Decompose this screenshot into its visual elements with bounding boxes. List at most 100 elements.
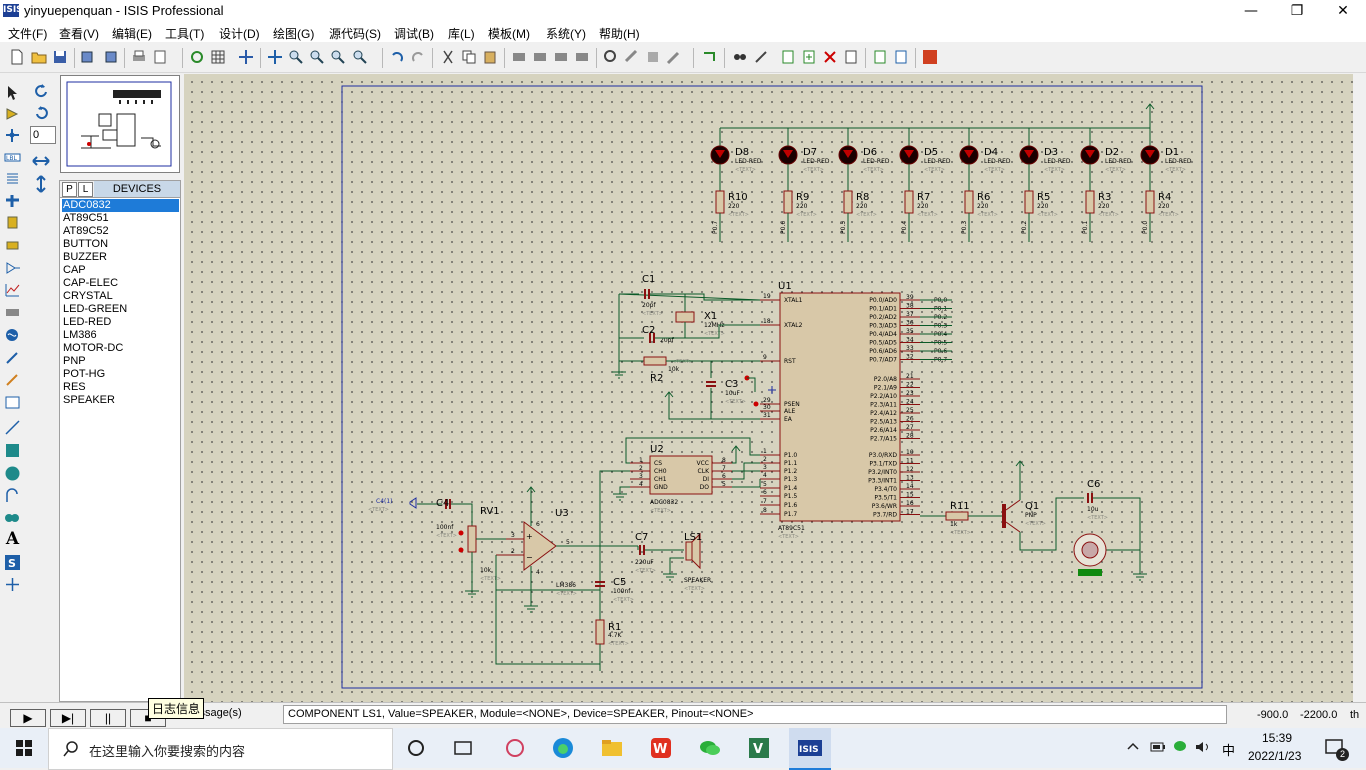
device-list-item[interactable]: BUZZER — [62, 251, 179, 264]
device-list-item[interactable]: ADC0832 — [62, 199, 179, 212]
print-area-icon[interactable] — [152, 49, 168, 65]
text-script-mode-icon[interactable] — [4, 170, 21, 187]
text-mode-icon[interactable]: A — [4, 531, 21, 548]
redo-icon[interactable] — [410, 49, 426, 65]
add-sheet-icon[interactable] — [801, 49, 817, 65]
isis-taskbar-icon[interactable]: ISIS — [798, 736, 822, 760]
subcircuit-mode-icon[interactable] — [4, 214, 21, 231]
ares-icon[interactable] — [922, 49, 938, 65]
marker-mode-icon[interactable] — [4, 576, 21, 593]
print-icon[interactable] — [131, 49, 147, 65]
menu-view[interactable]: 查看(V) — [59, 25, 99, 42]
current-probe-icon[interactable] — [4, 371, 21, 388]
search-tag-icon[interactable] — [732, 49, 748, 65]
units-label[interactable]: th — [1350, 709, 1359, 721]
graph-mode-icon[interactable] — [4, 282, 21, 299]
menu-graph[interactable]: 绘图(G) — [273, 25, 314, 42]
save-icon[interactable] — [52, 49, 68, 65]
refresh-icon[interactable] — [189, 49, 205, 65]
menu-edit[interactable]: 编辑(E) — [112, 25, 152, 42]
wechat-tray-icon[interactable] — [1173, 740, 1189, 754]
zoom-area-icon[interactable] — [352, 49, 368, 65]
mirror-vertical-icon[interactable] — [34, 175, 48, 193]
file-explorer-icon[interactable] — [600, 736, 624, 760]
rotate-anticlockwise-icon[interactable] — [33, 105, 50, 122]
vertical-scrollbar[interactable] — [1353, 74, 1366, 702]
block-copy-icon[interactable] — [511, 49, 527, 65]
device-list-item[interactable]: BUTTON — [62, 238, 179, 251]
task-view-icon[interactable] — [451, 736, 475, 760]
wechat-icon[interactable] — [698, 736, 722, 760]
generator-mode-icon[interactable] — [4, 327, 21, 344]
device-list-item[interactable]: SPEAKER — [62, 394, 179, 407]
wps-office-icon[interactable]: W — [649, 736, 673, 760]
menu-design[interactable]: 设计(D) — [219, 25, 260, 42]
menu-debug[interactable]: 调试(B) — [394, 25, 434, 42]
electrical-check-icon[interactable] — [893, 49, 909, 65]
circle-mode-icon[interactable] — [4, 465, 21, 482]
app-icon-1[interactable] — [503, 736, 527, 760]
menu-source[interactable]: 源代码(S) — [329, 25, 381, 42]
pause-button[interactable]: || — [90, 709, 126, 727]
zoom-all-icon[interactable] — [330, 49, 346, 65]
keil-vision-icon[interactable]: V — [747, 736, 771, 760]
exit-to-parent-icon[interactable] — [843, 49, 859, 65]
ime-indicator[interactable]: 中 — [1222, 740, 1235, 759]
menu-help[interactable]: 帮助(H) — [599, 25, 640, 42]
symbol-mode-icon[interactable]: S — [4, 554, 21, 571]
box-mode-icon[interactable] — [4, 442, 21, 459]
cortana-icon[interactable] — [404, 736, 428, 760]
menu-system[interactable]: 系统(Y) — [546, 25, 586, 42]
device-list-item[interactable]: POT-HG — [62, 368, 179, 381]
zoom-in-icon[interactable] — [288, 49, 304, 65]
copy-icon[interactable] — [461, 49, 477, 65]
device-list-item[interactable]: AT89C52 — [62, 225, 179, 238]
block-move-icon[interactable] — [532, 49, 548, 65]
step-button[interactable]: ▶| — [50, 709, 86, 727]
menu-tools[interactable]: 工具(T) — [165, 25, 204, 42]
rotate-clockwise-icon[interactable] — [33, 83, 50, 100]
overview-window[interactable] — [60, 75, 180, 173]
device-pins-mode-icon[interactable] — [4, 260, 21, 277]
undo-icon[interactable] — [389, 49, 405, 65]
remove-sheet-icon[interactable] — [822, 49, 838, 65]
windows-start-icon[interactable] — [0, 728, 48, 768]
selection-mode-icon[interactable] — [4, 84, 21, 101]
decompose-icon[interactable] — [666, 49, 682, 65]
library-manager-button[interactable]: L — [78, 182, 93, 197]
device-list-item[interactable]: LED-RED — [62, 316, 179, 329]
battery-icon[interactable] — [1150, 741, 1166, 753]
zoom-out-icon[interactable] — [309, 49, 325, 65]
device-list-item[interactable]: AT89C51 — [62, 212, 179, 225]
device-list-item[interactable]: CAP-ELEC — [62, 277, 179, 290]
mirror-horizontal-icon[interactable] — [32, 154, 50, 168]
schematic-canvas[interactable]: D8 LED-RED <TEXT> R10 220 <TEXT> P0.7 D7 LED-RED… — [184, 74, 1366, 702]
new-file-icon[interactable] — [9, 49, 25, 65]
cut-icon[interactable] — [440, 49, 456, 65]
packaging-icon[interactable] — [645, 49, 661, 65]
pan-icon[interactable] — [267, 49, 283, 65]
device-list-item[interactable]: PNP — [62, 355, 179, 368]
maximize-button[interactable]: ❐ — [1274, 0, 1320, 22]
device-list-item[interactable]: RES — [62, 381, 179, 394]
menu-library[interactable]: 库(L) — [448, 25, 475, 42]
edge-browser-icon[interactable] — [551, 736, 575, 760]
bill-of-materials-icon[interactable] — [872, 49, 888, 65]
wire-label-mode-icon[interactable]: LBL — [4, 149, 21, 166]
device-list-item[interactable]: LM386 — [62, 329, 179, 342]
line-mode-icon[interactable] — [4, 419, 21, 436]
volume-icon[interactable] — [1195, 741, 1211, 753]
clock-date[interactable]: 2022/1/23 — [1248, 749, 1301, 763]
play-button[interactable]: ▶ — [10, 709, 46, 727]
block-delete-icon[interactable] — [574, 49, 590, 65]
menu-file[interactable]: 文件(F) — [8, 25, 47, 42]
device-list-item[interactable]: MOTOR-DC — [62, 342, 179, 355]
bus-mode-icon[interactable] — [4, 192, 21, 209]
device-list-item[interactable]: CRYSTAL — [62, 290, 179, 303]
wire-autoroute-icon[interactable] — [702, 49, 718, 65]
junction-mode-icon[interactable] — [4, 127, 21, 144]
device-list-item[interactable]: LED-GREEN — [62, 303, 179, 316]
paste-icon[interactable] — [482, 49, 498, 65]
pick-device-icon[interactable] — [603, 49, 619, 65]
origin-icon[interactable] — [238, 49, 254, 65]
